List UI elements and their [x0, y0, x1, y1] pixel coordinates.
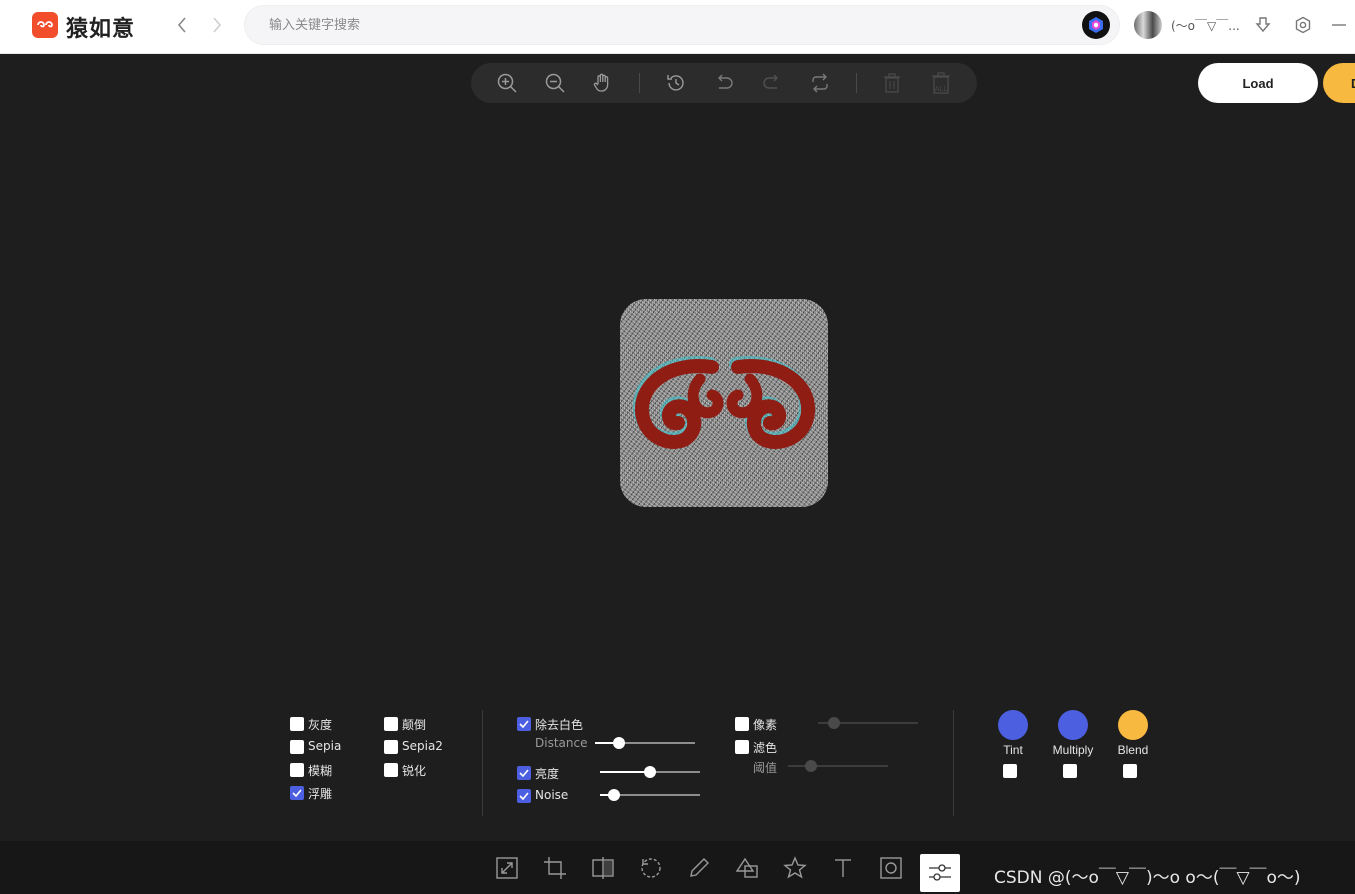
brightness-slider[interactable] — [600, 766, 700, 778]
shape-icon[interactable] — [732, 853, 762, 883]
check-icon — [292, 789, 302, 797]
settings-icon[interactable] — [1292, 14, 1314, 36]
slider-thumb[interactable] — [608, 789, 620, 801]
toolbar-divider — [856, 73, 857, 93]
slider-thumb[interactable] — [644, 766, 656, 778]
app-name: 猿如意 — [66, 17, 136, 42]
check-icon — [519, 792, 529, 800]
blend-label: Blend — [1117, 743, 1149, 757]
slider-thumb[interactable] — [805, 760, 817, 772]
pixelate-label: 像素 — [753, 718, 778, 732]
sharpen-label: 锐化 — [402, 764, 427, 778]
pixelate-slider[interactable] — [818, 717, 918, 729]
hand-icon[interactable] — [591, 71, 615, 95]
remove-white-checkbox[interactable] — [517, 717, 531, 731]
noise-label: Noise — [535, 788, 569, 802]
invert-checkbox[interactable] — [384, 717, 398, 731]
search-input[interactable] — [245, 6, 1119, 44]
panel-divider — [482, 710, 483, 816]
sepia2-label: Sepia2 — [402, 739, 443, 753]
toolbar-divider — [639, 73, 640, 93]
search-bar — [244, 5, 1120, 45]
multiply-checkbox[interactable] — [1063, 764, 1077, 778]
zoom-in-icon[interactable] — [495, 71, 519, 95]
sepia-checkbox[interactable] — [290, 740, 304, 754]
blend-checkbox[interactable] — [1123, 764, 1137, 778]
grayscale-label: 灰度 — [308, 718, 333, 732]
zoom-out-icon[interactable] — [543, 71, 567, 95]
pixelate-checkbox[interactable] — [735, 717, 749, 731]
distance-slider[interactable] — [595, 737, 695, 749]
emboss-label: 浮雕 — [308, 787, 333, 801]
filter-panel: 灰度 Sepia 模糊 浮雕 颠倒 Sepia2 锐化 除去白色 Distanc… — [0, 700, 1355, 830]
tint-checkbox[interactable] — [1003, 764, 1017, 778]
sharpen-checkbox[interactable] — [384, 763, 398, 777]
forward-icon[interactable] — [206, 14, 228, 36]
download-button[interactable]: D — [1323, 63, 1355, 103]
title-bar: 猿如意 (～o￣▽￣... — [0, 0, 1355, 54]
sepia2-checkbox[interactable] — [384, 740, 398, 754]
pencil-icon[interactable] — [684, 853, 714, 883]
minimize-icon[interactable] — [1328, 14, 1350, 36]
canvas-image[interactable] — [620, 299, 828, 507]
download-icon[interactable] — [1252, 14, 1274, 36]
blend-color-swatch[interactable] — [1118, 710, 1148, 740]
emboss-checkbox[interactable] — [290, 786, 304, 800]
history-icon[interactable] — [664, 71, 688, 95]
rotate-icon[interactable] — [636, 853, 666, 883]
noise-slider[interactable] — [600, 789, 700, 801]
watermark: CSDN @(～o￣▽￣)～o o～(￣▽￣o～) — [994, 868, 1301, 888]
delete-all-icon[interactable]: ALL — [929, 71, 953, 95]
noise-checkbox[interactable] — [517, 789, 531, 803]
avatar[interactable] — [1134, 11, 1162, 39]
invert-label: 颠倒 — [402, 718, 427, 732]
crop-icon[interactable] — [540, 853, 570, 883]
undo-icon[interactable] — [712, 71, 736, 95]
slider-thumb[interactable] — [828, 717, 840, 729]
username[interactable]: (～o￣▽￣... — [1171, 17, 1240, 34]
brightness-label: 亮度 — [535, 767, 560, 781]
slider-thumb[interactable] — [613, 737, 625, 749]
mask-icon[interactable] — [876, 853, 906, 883]
slider-fill — [600, 771, 650, 773]
multiply-color-swatch[interactable] — [1058, 710, 1088, 740]
blur-checkbox[interactable] — [290, 763, 304, 777]
app-icon[interactable] — [1082, 11, 1110, 39]
distance-label: Distance — [535, 736, 588, 750]
load-button[interactable]: Load — [1198, 63, 1318, 103]
threshold-slider[interactable] — [788, 760, 888, 772]
resize-icon[interactable] — [492, 853, 522, 883]
tint-color-swatch[interactable] — [998, 710, 1028, 740]
filter-color-checkbox[interactable] — [735, 740, 749, 754]
editor-toolbar: ALL — [471, 63, 977, 103]
threshold-label: 阈值 — [753, 761, 778, 775]
remove-white-label: 除去白色 — [535, 718, 584, 732]
check-icon — [519, 720, 529, 728]
star-icon[interactable] — [780, 853, 810, 883]
flip-icon[interactable] — [588, 853, 618, 883]
panel-divider — [953, 710, 954, 816]
logo-icon — [32, 12, 58, 38]
sepia-label: Sepia — [308, 739, 342, 753]
filter-icon[interactable] — [920, 854, 960, 892]
reset-icon[interactable] — [808, 71, 832, 95]
filter-color-label: 滤色 — [753, 741, 778, 755]
back-icon[interactable] — [171, 14, 193, 36]
blur-label: 模糊 — [308, 764, 333, 778]
brightness-checkbox[interactable] — [517, 766, 531, 780]
delete-all-text: ALL — [935, 86, 948, 93]
grayscale-checkbox[interactable] — [290, 717, 304, 731]
delete-icon[interactable] — [880, 71, 904, 95]
redo-icon[interactable] — [760, 71, 784, 95]
check-icon — [519, 769, 529, 777]
text-icon[interactable] — [828, 853, 858, 883]
